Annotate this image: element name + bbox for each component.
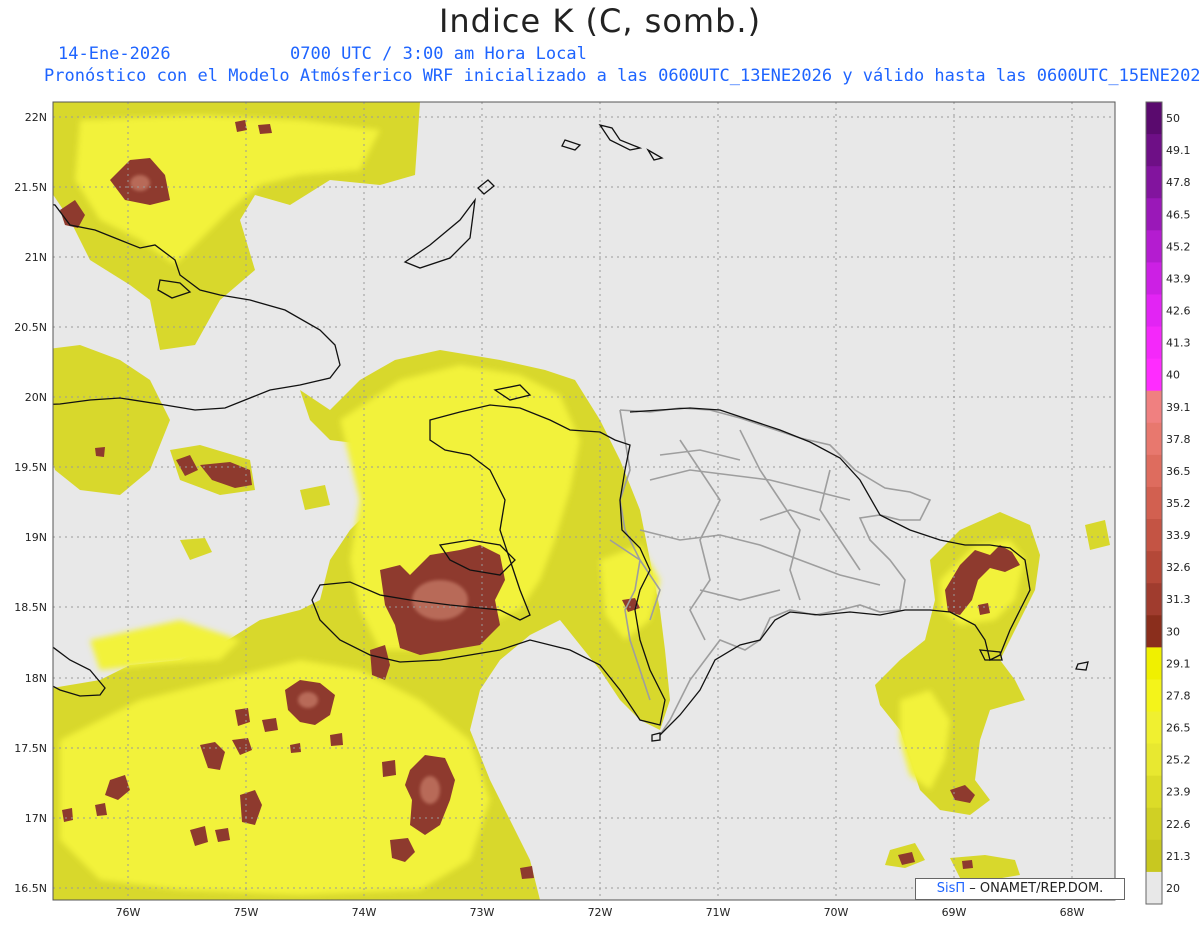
colorbar-label: 50 (1166, 112, 1180, 125)
colorbar-label: 39.1 (1166, 401, 1191, 414)
lat-label: 18N (25, 672, 47, 685)
colorbar-swatch (1146, 743, 1162, 777)
lat-label: 18.5N (14, 601, 47, 614)
lat-label: 19.5N (14, 461, 47, 474)
colorbar-swatch (1146, 390, 1162, 424)
colorbar-swatch (1146, 262, 1162, 295)
colorbar-swatch (1146, 134, 1162, 167)
lat-label: 17.5N (14, 742, 47, 755)
lon-label: 72W (588, 906, 613, 919)
colorbar-swatch (1146, 679, 1162, 713)
colorbar-label: 46.5 (1166, 208, 1191, 221)
lon-label: 71W (706, 906, 731, 919)
colorbar-label: 41.3 (1166, 337, 1191, 350)
k-index-map: 22N 21.5N 21N 20.5N 20N 19.5N 19N 18.5N … (14, 101, 1191, 919)
lon-label: 70W (824, 906, 849, 919)
lon-axis: 76W 75W 74W 73W 72W 71W 70W 69W 68W (116, 906, 1085, 919)
colorbar-swatch (1146, 839, 1162, 873)
colorbar-label: 37.8 (1166, 433, 1191, 446)
colorbar-label: 20 (1166, 882, 1180, 895)
colorbar-swatch (1146, 647, 1162, 680)
colorbar-swatch (1146, 166, 1162, 199)
lon-label: 69W (942, 906, 967, 919)
lon-label: 74W (352, 906, 377, 919)
lat-label: 17N (25, 812, 47, 825)
colorbar-swatch (1146, 775, 1162, 809)
colorbar-label: 23.9 (1166, 786, 1191, 799)
lat-label: 20N (25, 391, 47, 404)
colorbar-swatch (1146, 198, 1162, 231)
colorbar-swatch (1146, 326, 1162, 360)
colorbar-label: 36.5 (1166, 465, 1191, 478)
colorbar-label: 49.1 (1166, 144, 1191, 157)
colorbar-swatch (1146, 519, 1162, 552)
colorbar-swatch (1146, 583, 1162, 616)
colorbar-label: 31.3 (1166, 593, 1191, 606)
colorbar-label: 25.2 (1166, 754, 1191, 767)
credit-brand: SisΠ (936, 881, 966, 896)
lat-label: 22N (25, 111, 47, 124)
colorbar-label: 30 (1166, 625, 1180, 638)
colorbar-label: 26.5 (1166, 722, 1191, 735)
colorbar-label: 29.1 (1166, 657, 1191, 670)
colorbar-swatch (1146, 615, 1162, 648)
colorbar-label: 21.3 (1166, 850, 1191, 863)
lat-label: 16.5N (14, 882, 47, 895)
lat-label: 19N (25, 531, 47, 544)
colorbar-swatch (1146, 454, 1162, 488)
colorbar-swatch (1146, 551, 1162, 584)
colorbar: 50 49.1 47.8 46.5 45.2 43.9 42.6 41.3 40 39.1 37.8… (1145, 101, 1191, 905)
colorbar-swatch (1146, 422, 1162, 456)
credit-text: ONAMET/REP.DOM. (979, 881, 1104, 896)
credit-separator: – (969, 881, 980, 896)
colorbar-swatch (1146, 486, 1162, 520)
lat-label: 20.5N (14, 321, 47, 334)
colorbar-label: 42.6 (1166, 305, 1191, 318)
lat-axis: 22N 21.5N 21N 20.5N 20N 19.5N 19N 18.5N … (14, 111, 47, 895)
colorbar-swatch (1146, 871, 1162, 905)
colorbar-swatch (1146, 807, 1162, 841)
colorbar-label: 40 (1166, 369, 1180, 382)
colorbar-swatch (1146, 294, 1162, 328)
lat-label: 21.5N (14, 181, 47, 194)
credit-box: SisΠ – ONAMET/REP.DOM. (915, 878, 1125, 900)
colorbar-label: 47.8 (1166, 176, 1191, 189)
lat-label: 21N (25, 251, 47, 264)
colorbar-swatch (1146, 358, 1162, 392)
colorbar-label: 32.6 (1166, 561, 1191, 574)
lon-label: 73W (470, 906, 495, 919)
colorbar-label: 45.2 (1166, 240, 1191, 253)
colorbar-label: 35.2 (1166, 497, 1191, 510)
lon-label: 75W (234, 906, 259, 919)
colorbar-label: 27.8 (1166, 689, 1191, 702)
colorbar-label: 33.9 (1166, 529, 1191, 542)
colorbar-swatch (1146, 711, 1162, 745)
lon-label: 68W (1060, 906, 1085, 919)
colorbar-label: 22.6 (1166, 818, 1191, 831)
colorbar-swatch (1146, 230, 1162, 263)
colorbar-label: 43.9 (1166, 272, 1191, 285)
lon-label: 76W (116, 906, 141, 919)
colorbar-swatch (1146, 102, 1162, 135)
